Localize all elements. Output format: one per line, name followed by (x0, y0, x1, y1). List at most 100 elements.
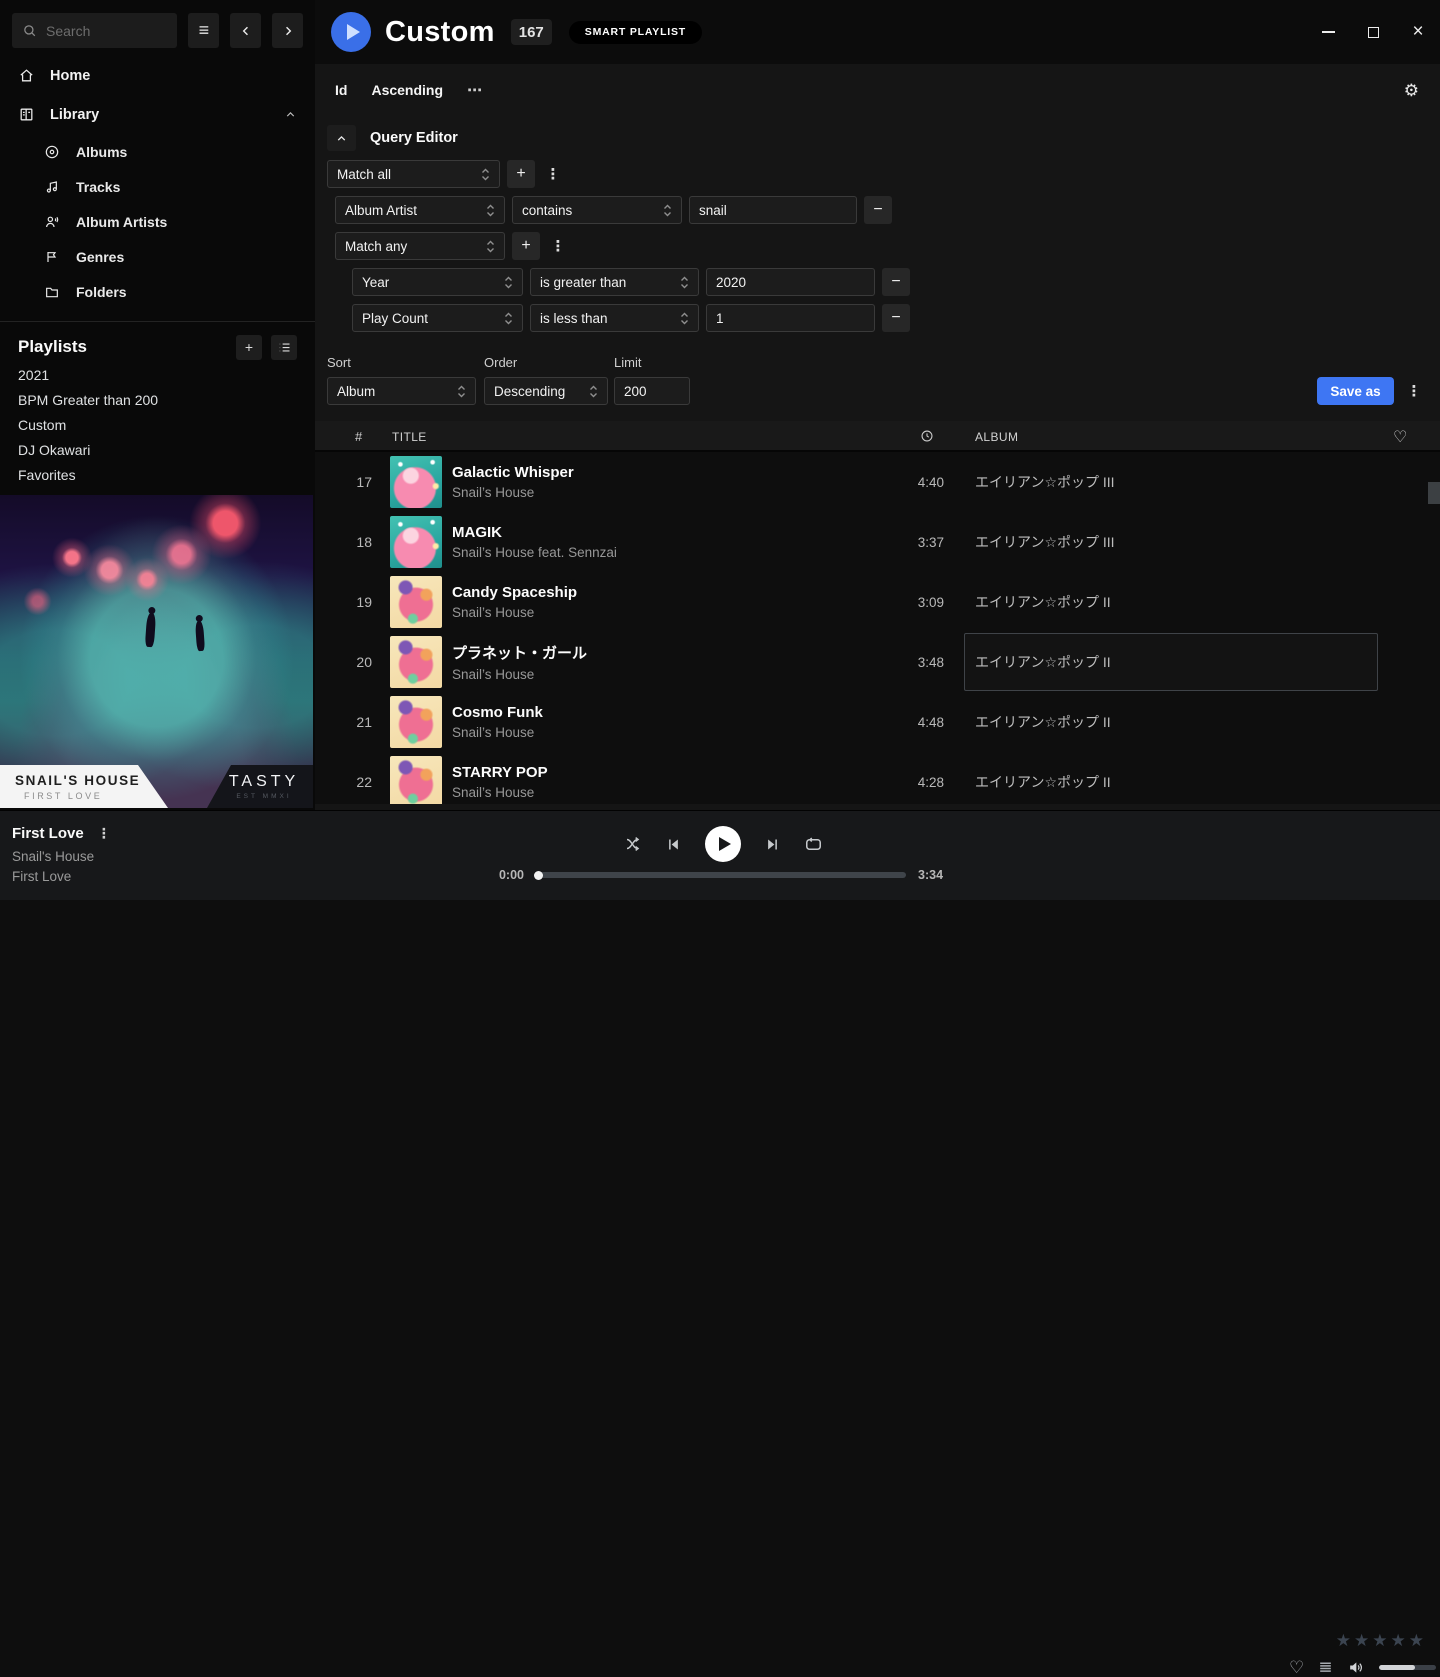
play-playlist-button[interactable] (331, 12, 371, 52)
track-album-cell[interactable]: エイリアン☆ポップ II (964, 573, 1378, 631)
album-art-thumbnail (390, 696, 442, 748)
track-album-cell[interactable]: エイリアン☆ポップ II (964, 693, 1378, 751)
save-as-button[interactable]: Save as (1317, 377, 1394, 405)
playlist-item[interactable]: Favorites (0, 462, 315, 487)
track-row[interactable]: 20 プラネット・ガール Snail’s House 3:48 エイリアン☆ポッ… (315, 632, 1440, 692)
playlist-list: 2021 BPM Greater than 200 Custom DJ Okaw… (0, 362, 315, 487)
gear-icon[interactable]: ⚙ (1404, 82, 1419, 99)
seek-bar[interactable] (535, 872, 906, 878)
sidebar-item-home[interactable]: Home (0, 56, 315, 95)
column-index[interactable]: # (355, 429, 363, 444)
track-row[interactable]: 21 Cosmo Funk Snail’s House 4:48 エイリアン☆ポ… (315, 692, 1440, 752)
playlist-item[interactable]: 2021 (0, 362, 315, 387)
volume-icon[interactable] (1347, 1658, 1366, 1677)
forward-button[interactable] (272, 13, 303, 48)
sidebar-item-genres[interactable]: Genres (0, 239, 315, 274)
remove-rule-button[interactable]: − (864, 196, 892, 224)
rule-value-input[interactable] (689, 196, 857, 224)
rule-operator-select[interactable]: contains (512, 196, 682, 224)
close-button[interactable]: × (1411, 25, 1425, 39)
rating-stars[interactable]: ★★★★★ (1336, 1631, 1427, 1651)
rule-field-select[interactable]: Album Artist (335, 196, 505, 224)
remove-rule-button[interactable]: − (882, 304, 910, 332)
match-select[interactable]: Match any (335, 232, 505, 260)
more-options-button[interactable]: ⋯ (467, 81, 483, 99)
search-input[interactable] (46, 23, 156, 39)
repeat-icon[interactable] (804, 835, 823, 854)
track-info: Galactic Whisper Snail’s House (452, 464, 864, 500)
queue-icon[interactable] (1317, 1659, 1334, 1676)
playlist-options-button[interactable] (271, 335, 297, 360)
player-right-controls: ♡ (1289, 1658, 1436, 1677)
rule-value-input[interactable] (706, 268, 875, 296)
save-menu-button[interactable]: ⋮ (1404, 377, 1424, 405)
order-select[interactable]: Descending (484, 377, 608, 405)
column-title[interactable]: TITLE (392, 430, 427, 444)
play-button[interactable] (705, 826, 741, 862)
sort-toolbar: Id Ascending ⋯ ⚙ (315, 64, 1440, 116)
rule-operator-select[interactable]: is less than (530, 304, 699, 332)
rule-value-input[interactable] (706, 304, 875, 332)
track-row[interactable]: 19 Candy Spaceship Snail’s House 3:09 エイ… (315, 572, 1440, 632)
rule-field-select[interactable]: Play Count (352, 304, 523, 332)
match-select[interactable]: Match all (327, 160, 500, 188)
group-menu-button[interactable]: ⋮ (546, 165, 560, 183)
track-album-cell[interactable]: エイリアン☆ポップ III (964, 453, 1378, 511)
playlist-item[interactable]: Custom (0, 412, 315, 437)
search-box[interactable] (12, 13, 177, 48)
track-row[interactable]: 17 Galactic Whisper Snail’s House 4:40 エ… (315, 452, 1440, 512)
group-menu-button[interactable]: ⋮ (551, 237, 565, 255)
track-duration: 3:48 (864, 655, 944, 670)
track-number: 18 (315, 534, 372, 550)
sidebar-item-library[interactable]: Library (0, 95, 315, 134)
sort-select[interactable]: Album (327, 377, 476, 405)
now-playing-menu-button[interactable]: ⋮ (97, 825, 111, 842)
track-row[interactable]: 18 MAGIK Snail’s House feat. Sennzai 3:3… (315, 512, 1440, 572)
track-row[interactable]: 22 STARRY POP Snail’s House 4:28 エイリアン☆ポ… (315, 752, 1440, 804)
rule-field-select[interactable]: Year (352, 268, 523, 296)
add-playlist-button[interactable]: + (236, 335, 262, 360)
track-album-cell[interactable]: エイリアン☆ポップ II (964, 633, 1378, 691)
track-number: 22 (315, 774, 372, 790)
playlist-item[interactable]: BPM Greater than 200 (0, 387, 315, 412)
track-number: 17 (315, 474, 372, 490)
track-artist: Snail’s House (452, 605, 864, 620)
rule-operator-select[interactable]: is greater than (530, 268, 699, 296)
minimize-button[interactable] (1321, 25, 1335, 39)
add-rule-button[interactable]: + (507, 160, 535, 188)
order-label: Order (484, 355, 608, 370)
sidebar-item-folders[interactable]: Folders (0, 274, 315, 309)
sidebar-item-album-artists[interactable]: Album Artists (0, 204, 315, 239)
remove-rule-button[interactable]: − (882, 268, 910, 296)
limit-input[interactable] (614, 377, 690, 405)
albums-label: Albums (76, 144, 127, 160)
sort-direction-button[interactable]: Ascending (371, 82, 443, 98)
track-artist: Snail’s House (452, 785, 864, 800)
previous-track-icon[interactable] (666, 837, 681, 852)
back-button[interactable] (230, 13, 261, 48)
chevron-up-icon[interactable] (284, 108, 297, 121)
flag-icon (44, 249, 60, 265)
menu-button[interactable]: ≡ (188, 13, 219, 48)
volume-slider[interactable] (1379, 1665, 1436, 1670)
duration-column-clock-icon[interactable] (920, 429, 934, 443)
track-title: Galactic Whisper (452, 464, 864, 481)
sidebar-item-tracks[interactable]: Tracks (0, 169, 315, 204)
seek-thumb[interactable] (534, 871, 543, 880)
add-rule-button[interactable]: + (512, 232, 540, 260)
collapse-query-button[interactable] (327, 125, 356, 151)
next-track-icon[interactable] (765, 837, 780, 852)
playlist-item[interactable]: DJ Okawari (0, 437, 315, 462)
shuffle-icon[interactable] (624, 835, 642, 853)
track-album-cell[interactable]: エイリアン☆ポップ III (964, 513, 1378, 571)
vertical-scrollbar-thumb[interactable] (1428, 482, 1440, 504)
favorite-column-heart-icon[interactable]: ♡ (1393, 427, 1408, 447)
sidebar-item-albums[interactable]: Albums (0, 134, 315, 169)
updown-icon (486, 240, 495, 253)
maximize-button[interactable] (1366, 25, 1380, 39)
rule-field-value: Album Artist (345, 203, 417, 218)
column-album[interactable]: ALBUM (975, 430, 1018, 444)
sort-field-button[interactable]: Id (335, 82, 347, 98)
track-album-cell[interactable]: エイリアン☆ポップ II (964, 753, 1378, 804)
favorite-heart-icon[interactable]: ♡ (1289, 1659, 1304, 1676)
